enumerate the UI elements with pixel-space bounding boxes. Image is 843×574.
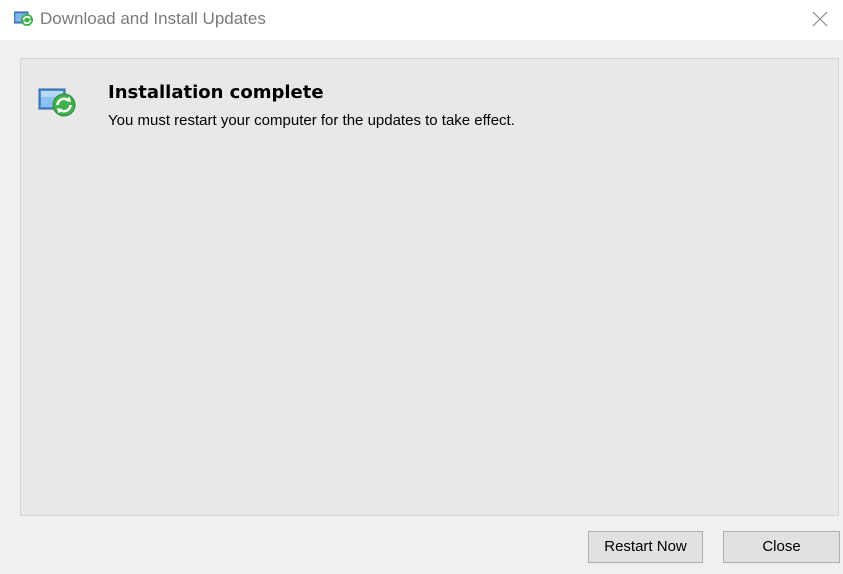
status-heading: Installation complete: [108, 82, 324, 103]
window-title: Download and Install Updates: [40, 9, 266, 28]
close-icon: [812, 11, 828, 27]
windows-update-icon: [13, 11, 34, 27]
update-dialog-window: Download and Install Updates Installatio…: [0, 0, 843, 574]
windows-update-icon: [38, 85, 78, 119]
content-panel: Installation complete You must restart y…: [20, 58, 839, 516]
title-bar[interactable]: Download and Install Updates: [0, 0, 843, 40]
restart-now-button[interactable]: Restart Now: [588, 531, 703, 563]
close-window-button[interactable]: [801, 4, 839, 34]
close-button[interactable]: Close: [723, 531, 840, 563]
status-message: You must restart your computer for the u…: [108, 112, 515, 129]
